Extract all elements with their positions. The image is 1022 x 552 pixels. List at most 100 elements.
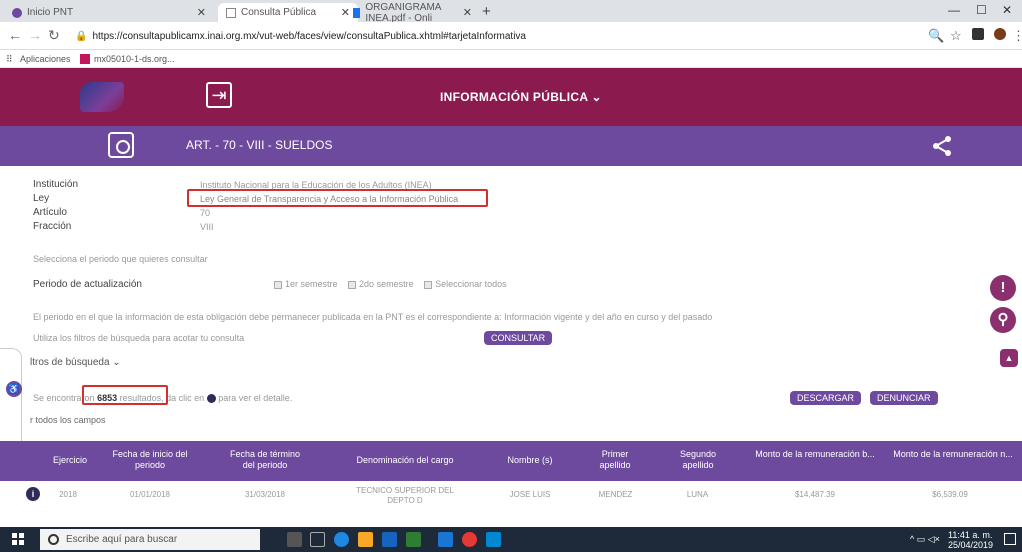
cell-monto-neto: $6,539.09	[932, 490, 968, 499]
notifications-icon[interactable]	[1004, 533, 1016, 545]
cell-segundo-apellido: LUNA	[686, 490, 709, 499]
tab-inicio-pnt[interactable]: Inicio PNT ✕	[4, 3, 214, 22]
edge-icon[interactable]	[334, 532, 349, 547]
period-options: 1er semestre 2do semestre Seleccionar to…	[266, 279, 507, 289]
permanence-note: El periodo en el que la información de e…	[33, 312, 713, 322]
browser-tab-bar: Inicio PNT ✕ Consulta Pública ✕ ORGANIGR…	[0, 0, 1022, 24]
col-primer-apellido[interactable]: Primer apellido	[590, 449, 640, 471]
col-monto-neto[interactable]: Monto de la remuneración n...	[893, 449, 1013, 460]
bookmarks-bar: ⠿ Aplicaciones mx05010-1-ds.org...	[0, 50, 1022, 68]
col-fecha-termino[interactable]: Fecha de término del periodo	[225, 449, 305, 471]
tray-icons[interactable]: ^ ▭ ◁×	[910, 534, 940, 545]
col-fecha-inicio[interactable]: Fecha de inicio del periodo	[110, 449, 190, 471]
cell-fecha-termino: 31/03/2018	[244, 490, 286, 499]
apps-grid-icon[interactable]: ⠿	[6, 54, 13, 65]
label-institucion: Institución	[33, 179, 79, 190]
filters-hint: Utiliza los filtros de búsqueda para aco…	[33, 333, 245, 343]
accessibility-panel[interactable]: ♿	[0, 348, 22, 452]
chrome-icon[interactable]	[462, 532, 477, 547]
clock-time: 11:41 a. m.	[948, 530, 993, 540]
close-window-icon[interactable]: ✕	[1002, 3, 1012, 17]
results-table-header: Ejercicio Fecha de inicio del periodo Fe…	[0, 441, 1022, 481]
descargar-button[interactable]: DESCARGAR	[790, 391, 862, 405]
extension-icon[interactable]	[972, 28, 984, 40]
highlight-results-box	[82, 385, 168, 405]
task-view-icon[interactable]	[310, 532, 325, 547]
bookmark-favicon-icon	[80, 54, 90, 64]
period-label: Periodo de actualización	[33, 279, 142, 290]
pnt-logo[interactable]	[80, 82, 124, 112]
new-tab-button[interactable]: +	[482, 3, 491, 20]
denunciar-button[interactable]: DENUNCIAR	[870, 391, 938, 405]
exit-icon[interactable]: ⇥	[206, 82, 232, 108]
windows-start-icon[interactable]	[12, 533, 24, 545]
cell-primer-apellido: MENDEZ	[598, 490, 633, 499]
clock-date: 25/04/2019	[948, 540, 994, 550]
bookmark-mx[interactable]: mx05010-1-ds.org...	[94, 54, 175, 64]
row-detail-icon[interactable]: i	[26, 487, 40, 501]
maximize-icon[interactable]: ☐	[976, 3, 987, 17]
tab-label: Inicio PNT	[27, 7, 74, 18]
all-fields-link[interactable]: r todos los campos	[30, 415, 106, 425]
col-ejercicio[interactable]: Ejercicio	[40, 455, 100, 466]
col-denominacion[interactable]: Denominación del cargo	[350, 455, 460, 466]
accessibility-icon[interactable]: ♿	[6, 381, 22, 397]
cell-nombre: JOSE LUIS	[509, 490, 551, 499]
filters-toggle[interactable]: ltros de búsqueda ⌄	[30, 357, 121, 368]
tab-organigrama-pdf[interactable]: ORGANIGRAMA INEA.pdf - Onli ✕	[345, 2, 480, 24]
tab-consulta-publica[interactable]: Consulta Pública ✕	[218, 3, 358, 22]
highlight-ley-box	[187, 189, 488, 207]
section-title: ART. - 70 - VIII - SUELDOS	[186, 138, 333, 152]
tab-label: Consulta Pública	[241, 7, 317, 18]
col-monto-bruto[interactable]: Monto de la remuneración b...	[755, 449, 875, 460]
back-arrow-icon[interactable]: ←	[8, 27, 22, 43]
cell-ejercicio: 2018	[59, 490, 77, 499]
scroll-up-icon[interactable]: ▲	[1000, 349, 1018, 367]
checkbox-1er-semestre[interactable]	[274, 280, 282, 289]
profile-avatar[interactable]	[994, 28, 1006, 40]
value-articulo: 70	[200, 208, 211, 218]
skype-icon[interactable]	[486, 532, 501, 547]
option-2do-semestre: 2do semestre	[359, 279, 414, 289]
checkbox-2do-semestre[interactable]	[348, 280, 357, 289]
label-ley: Ley	[33, 193, 50, 204]
period-prompt: Selecciona el periodo que quieres consul…	[33, 254, 208, 264]
alert-icon[interactable]: !	[990, 275, 1016, 301]
search-tool-icon[interactable]: ⚲	[990, 307, 1016, 333]
value-fraccion: VIII	[200, 222, 214, 232]
taskbar-search-placeholder: Escribe aquí para buscar	[66, 534, 178, 545]
taskbar-search[interactable]: Escribe aquí para buscar	[40, 529, 260, 550]
minimize-icon[interactable]: —	[948, 3, 960, 17]
file-explorer-icon[interactable]	[358, 532, 373, 547]
forward-arrow-icon[interactable]: →	[28, 27, 42, 43]
outlook-icon[interactable]	[438, 532, 453, 547]
checkbox-select-all[interactable]	[424, 280, 433, 289]
section-header: ART. - 70 - VIII - SUELDOS	[0, 126, 1022, 166]
label-fraccion: Fracción	[33, 221, 72, 232]
cortana-icon	[48, 534, 59, 545]
kebab-menu-icon[interactable]: ⋮	[1012, 28, 1022, 44]
cell-denominacion: TECNICO SUPERIOR DEL DEPTO D	[356, 486, 454, 505]
share-icon[interactable]	[930, 134, 954, 158]
address-bar: ← → ↻ 🔒 https://consultapublicamx.inai.o…	[0, 22, 1022, 50]
info-icon	[206, 394, 216, 404]
excel-icon[interactable]	[406, 532, 421, 547]
close-tab-icon[interactable]: ✕	[463, 6, 472, 19]
cell-monto-bruto: $14,487.39	[794, 490, 836, 499]
col-segundo-apellido[interactable]: Segundo apellido	[668, 449, 728, 471]
zoom-icon[interactable]: 🔍	[928, 28, 944, 44]
consultar-button[interactable]: CONSULTAR	[484, 331, 553, 345]
informacion-publica-menu[interactable]: INFORMACIÓN PÚBLICA ⌄	[440, 90, 602, 104]
page-favicon-icon	[226, 7, 236, 18]
close-tab-icon[interactable]: ✕	[197, 6, 206, 19]
site-header: ⇥ INFORMACIÓN PÚBLICA ⌄	[0, 68, 1022, 126]
word-icon[interactable]	[382, 532, 397, 547]
mic-icon[interactable]	[287, 532, 302, 547]
system-clock[interactable]: 11:41 a. m. 25/04/2019	[948, 530, 993, 550]
bookmark-apps[interactable]: Aplicaciones	[20, 54, 71, 64]
col-nombre[interactable]: Nombre (s)	[495, 455, 565, 466]
option-select-all: Seleccionar todos	[435, 279, 507, 289]
reload-icon[interactable]: ↻	[48, 27, 60, 44]
url-field[interactable]: 🔒 https://consultapublicamx.inai.org.mx/…	[75, 26, 945, 46]
bookmark-star-icon[interactable]: ☆	[950, 28, 962, 44]
